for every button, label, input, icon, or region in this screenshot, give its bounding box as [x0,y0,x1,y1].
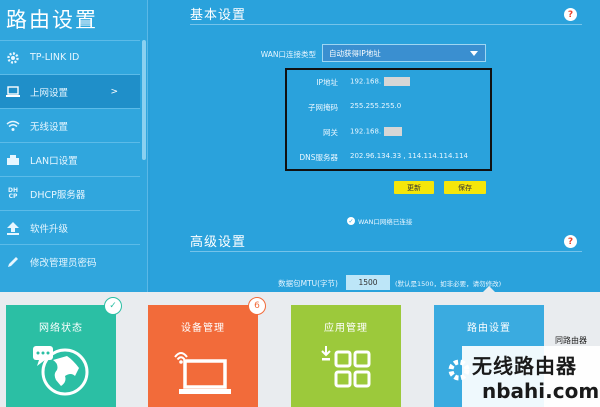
wifi-icon [6,119,20,133]
main-panel: 基本设置 ? WAN口连接类型 自动获得IP地址 IP地址 192.168. 子… [150,0,600,292]
mask-value: 255.255.255.0 [350,102,402,110]
gateway-value: 192.168. [350,127,403,136]
sidebar: 路由设置 TP-LINK ID 上网设置 > 无线设置 LAN口设置 DH CP … [0,0,148,292]
advanced-settings-title: 高级设置 [190,235,247,250]
sidebar-item-label: 上网设置 [30,87,69,99]
watermark-title: 无线路由器 [472,354,577,378]
tile-network-status[interactable]: 网络状态 [6,305,116,407]
sidebar-item-label: LAN口设置 [30,155,78,167]
ip-value: 192.168. [350,77,411,86]
sidebar-item-password[interactable]: 修改管理员密码 [0,244,140,278]
ip-label: IP地址 [316,78,338,87]
check-circle-icon: ✓ [347,217,355,225]
divider [190,24,582,25]
pencil-icon [6,255,20,269]
save-button[interactable]: 保存 [444,181,486,194]
dns-value: 202.96.134.33 , 114.114.114.114 [350,152,469,160]
wan-type-select[interactable]: 自动获得IP地址 [322,44,486,62]
tile-label: 应用管理 [324,323,368,334]
basic-settings-title: 基本设置 [190,8,247,23]
ip-value-text: 192.168. [350,77,382,86]
gear-icon [6,51,20,65]
sidebar-item-internet[interactable]: 上网设置 > [0,74,140,108]
gateway-label: 网关 [323,128,338,137]
help-icon[interactable]: ? [564,8,577,21]
tile-label: 网络状态 [39,323,83,334]
sidebar-item-label: TP-LINK ID [30,52,80,63]
redaction-block [384,127,403,136]
wan-status: ✓ WAN口网络已连接 [347,216,412,226]
active-tile-pointer [482,286,496,293]
dhcp-icon: DH CP [7,186,18,200]
dns-label: DNS服务器 [299,153,338,162]
tile-label: 设备管理 [181,323,225,334]
help-icon[interactable]: ? [564,235,577,248]
sidebar-item-label: DHCP服务器 [30,189,86,201]
chevron-right-icon: > [110,86,118,97]
tile-device-management[interactable]: 设备管理 [148,305,258,407]
sidebar-item-label: 软件升级 [30,223,69,235]
sidebar-item-lan[interactable]: LAN口设置 [0,142,140,176]
wan-type-value: 自动获得IP地址 [329,48,381,58]
device-count-badge: 6 [248,297,266,315]
mtu-input[interactable]: 1500 [346,275,390,290]
tile-app-management[interactable]: 应用管理 [291,305,401,407]
wan-status-text: WAN口网络已连接 [358,218,413,226]
sidebar-item-wireless[interactable]: 无线设置 [0,108,140,142]
sidebar-title: 路由设置 [6,8,98,32]
upload-icon [6,221,20,235]
laptop-icon [6,85,20,99]
check-badge-icon: ✓ [104,297,122,315]
mtu-label: 数据包MTU(字节) [278,279,338,288]
sidebar-item-label: 修改管理员密码 [30,257,97,269]
sidebar-item-label: 无线设置 [30,121,69,133]
sidebar-item-upgrade[interactable]: 软件升级 [0,210,140,244]
chevron-down-icon [470,51,478,56]
redaction-block [384,77,411,86]
sidebar-scrollbar[interactable] [142,40,146,160]
globe-icon [6,339,116,401]
cutoff-text: 同路由器 [555,336,587,345]
watermark: 无线路由器 nbahi.com [462,346,600,407]
apps-grid-icon [291,339,401,401]
sidebar-item-dhcp[interactable]: DH CP DHCP服务器 [0,176,140,210]
wan-type-label: WAN口连接类型 [260,50,316,59]
sidebar-item-tplink-id[interactable]: TP-LINK ID [0,40,140,74]
gateway-value-text: 192.168. [350,127,382,136]
lan-port-icon [6,153,20,167]
tile-label: 路由设置 [467,323,511,334]
mask-label: 子网掩码 [308,103,338,112]
renew-button[interactable]: 更新 [394,181,434,194]
divider [190,251,582,252]
watermark-url: nbahi.com [482,379,600,403]
laptop-wifi-icon [148,339,258,401]
